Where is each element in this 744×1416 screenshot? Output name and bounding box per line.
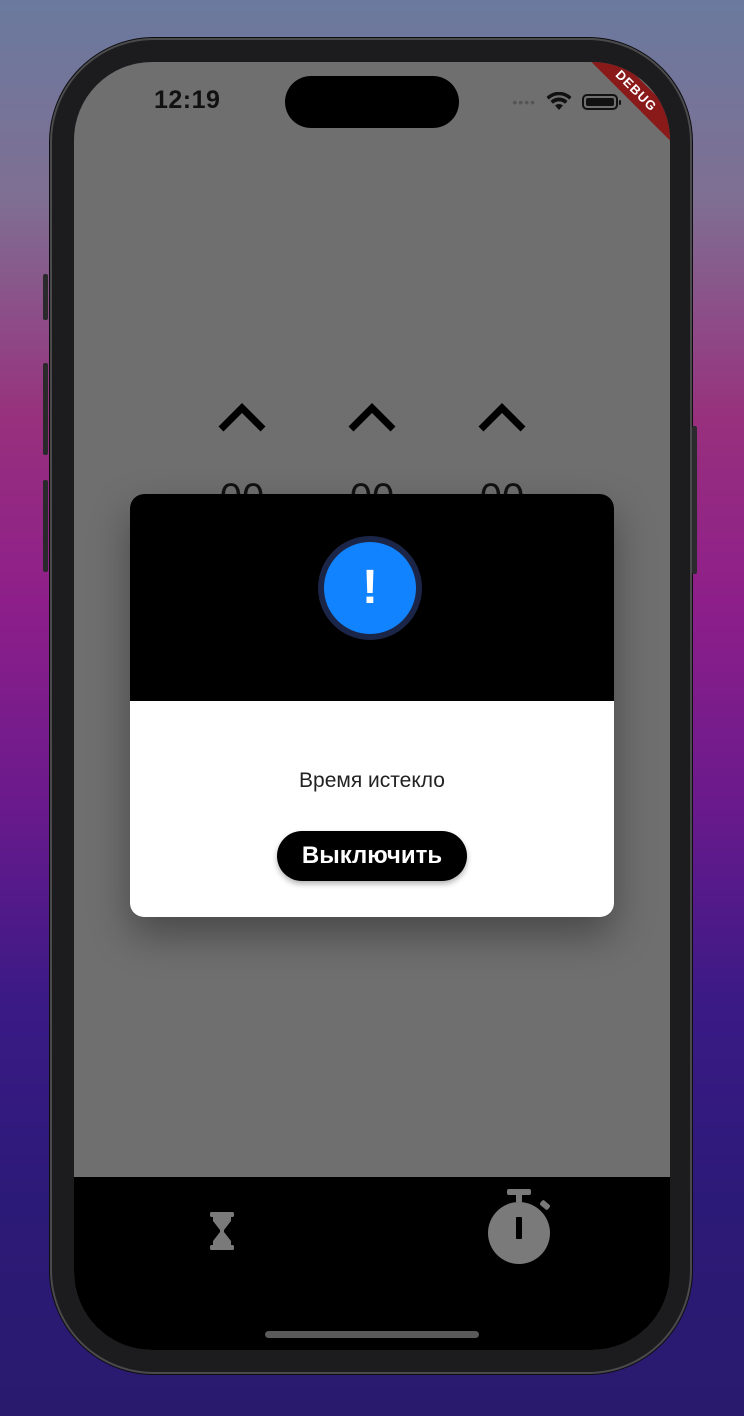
dialog-header: ! (130, 494, 614, 701)
silent-switch (43, 274, 48, 320)
chevron-up-icon[interactable] (476, 398, 528, 434)
cellular-dots-icon: •••• (512, 94, 536, 110)
alert-icon-ring: ! (318, 536, 422, 640)
alert-exclamation-icon: ! (324, 542, 416, 634)
dynamic-island (285, 76, 459, 128)
time-up-dialog: ! Время истекло Выключить (130, 494, 614, 917)
debug-banner: DEBUG (580, 62, 670, 149)
chevron-up-icon[interactable] (216, 398, 268, 434)
chevron-up-icon[interactable] (346, 398, 398, 434)
status-time: 12:19 (154, 86, 221, 114)
picker-up-controls (214, 398, 544, 438)
hourglass-icon[interactable] (207, 1211, 237, 1251)
home-indicator (265, 1331, 479, 1338)
volume-down-button (43, 480, 48, 572)
dismiss-button[interactable]: Выключить (277, 831, 467, 881)
volume-up-button (43, 363, 48, 455)
app-screen: 12:19 •••• DEBUG 00 00 00 ! (74, 62, 670, 1350)
wifi-icon (546, 92, 572, 110)
dialog-message: Время истекло (299, 769, 445, 792)
tab-bar (74, 1177, 670, 1350)
debug-banner-wrap: DEBUG (580, 62, 670, 152)
power-button (692, 426, 697, 574)
stopwatch-icon[interactable] (484, 1187, 554, 1267)
